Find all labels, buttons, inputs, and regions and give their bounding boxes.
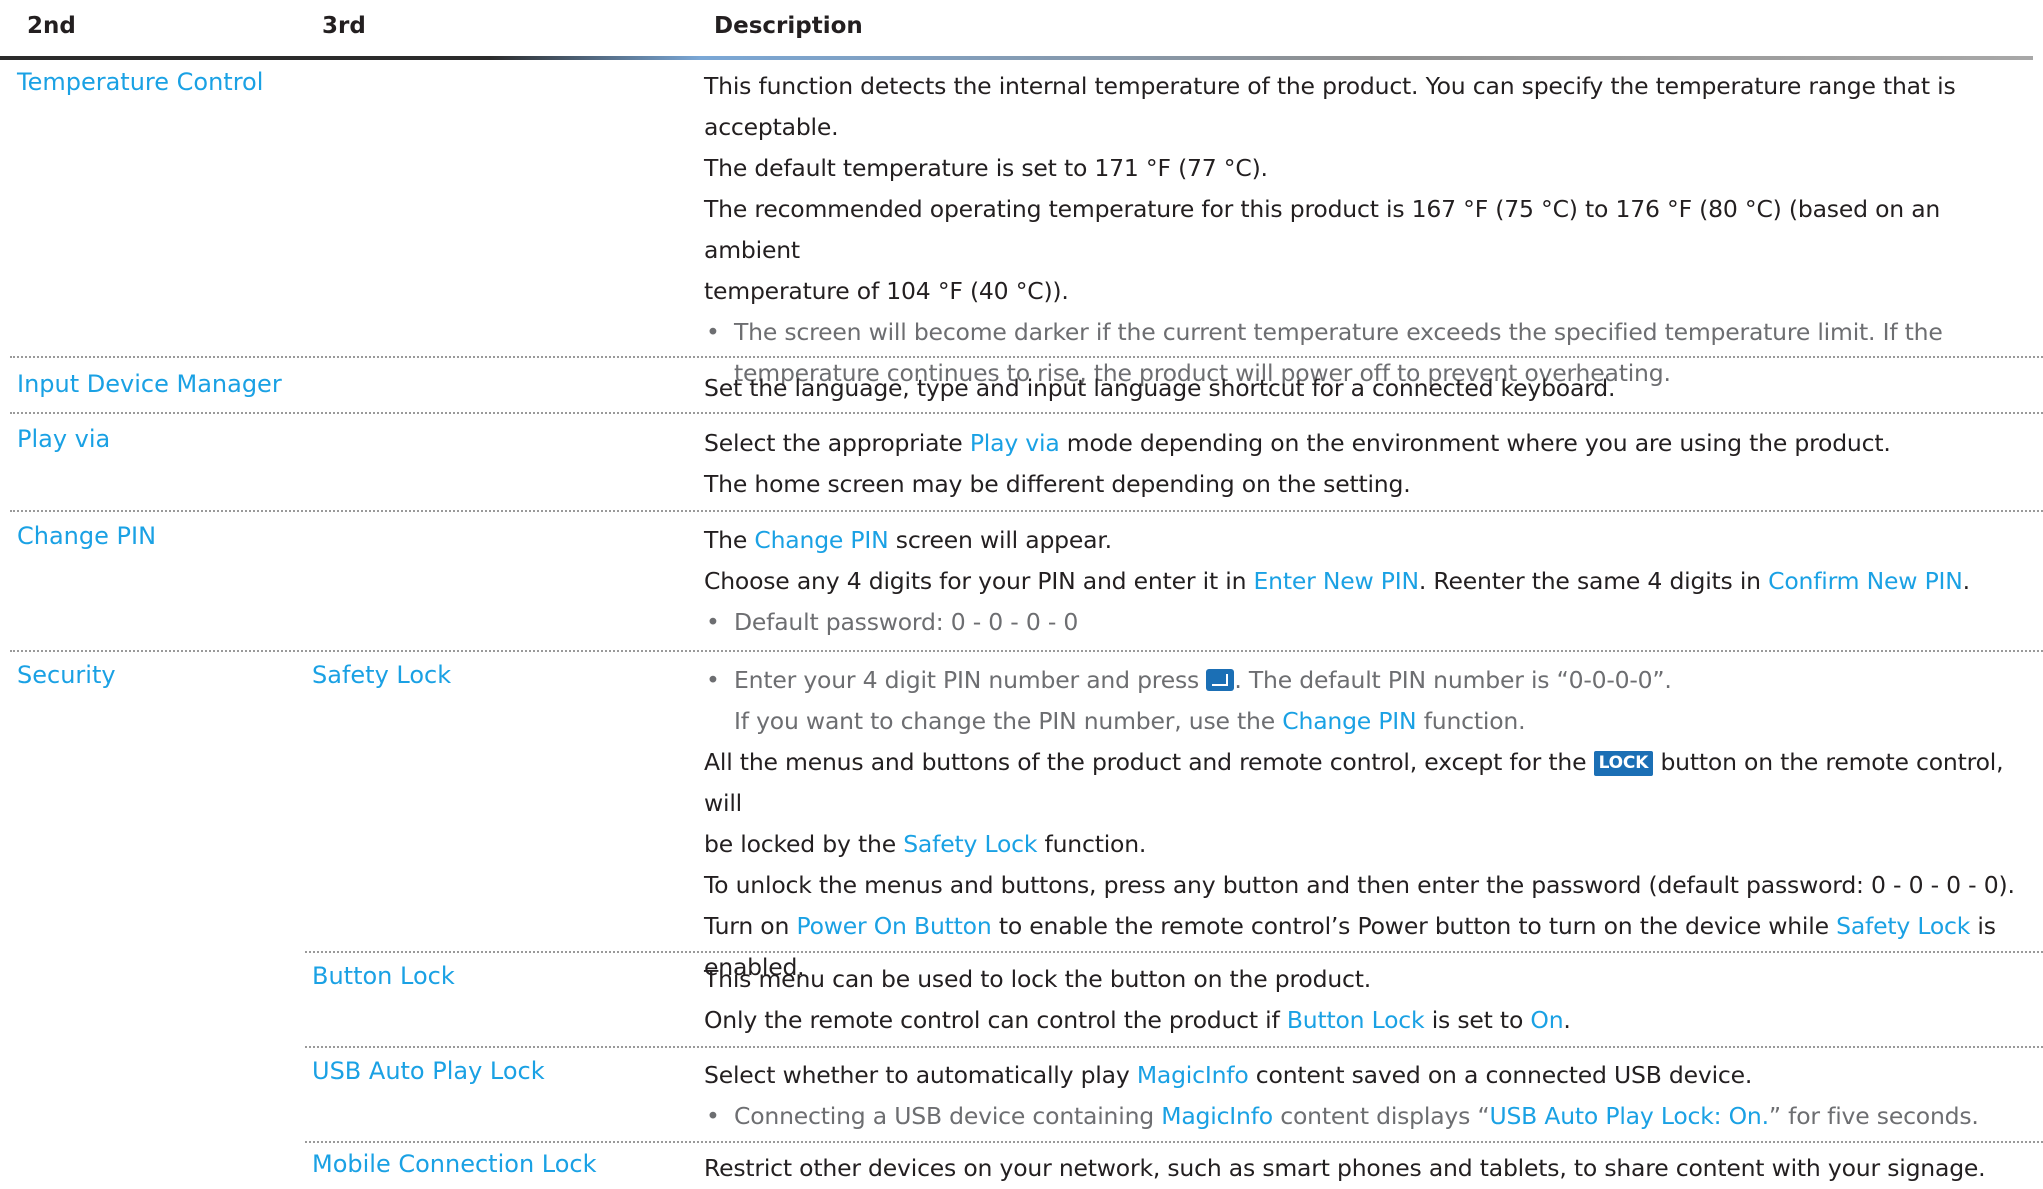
submenu-item-safety-lock[interactable]: Safety Lock (312, 661, 451, 689)
lock-button-label: LOCK (1593, 751, 1654, 776)
submenu-item-mobile-connection-lock[interactable]: Mobile Connection Lock (312, 1150, 597, 1178)
safety-lock-link[interactable]: Safety Lock (903, 830, 1037, 858)
magicinfo-link[interactable]: MagicInfo (1137, 1061, 1249, 1089)
desc-line: Select whether to automatically play Mag… (704, 1061, 1753, 1089)
mobile-lock-description: Restrict other devices on your network, … (704, 1148, 2039, 1189)
submenu-item-usb-auto-play-lock[interactable]: USB Auto Play Lock (312, 1057, 545, 1085)
header-rule-right (700, 56, 2033, 60)
change-pin-description: The Change PIN screen will appear. Choos… (704, 520, 2039, 643)
header-3rd: 3rd (322, 13, 366, 39)
enter-new-pin-link[interactable]: Enter New PIN (1254, 567, 1420, 595)
desc-line: This menu can be used to lock the button… (704, 965, 1372, 993)
note-bullet: Default password: 0 - 0 - 0 - 0 (704, 602, 2039, 643)
menu-item-security[interactable]: Security (17, 661, 116, 689)
desc-line: temperature of 104 °F (40 °C)). (704, 277, 1069, 305)
confirm-new-pin-link[interactable]: Confirm New PIN (1768, 567, 1963, 595)
desc-line: acceptable. (704, 113, 839, 141)
row-divider (305, 1141, 2043, 1143)
row-divider (305, 1046, 2043, 1048)
note-bullet: Connecting a USB device containing Magic… (704, 1096, 2039, 1137)
magicinfo-link[interactable]: MagicInfo (1161, 1102, 1273, 1130)
desc-line: The home screen may be different dependi… (704, 470, 1411, 498)
play-via-description: Select the appropriate Play via mode dep… (704, 423, 2039, 505)
desc-line: To unlock the menus and buttons, press a… (704, 871, 2015, 899)
row-divider (10, 356, 2043, 358)
change-pin-link[interactable]: Change PIN (1282, 707, 1416, 735)
note-bullet: The screen will become darker if the cur… (704, 312, 2039, 353)
desc-line: The Change PIN screen will appear. (704, 526, 1112, 554)
desc-line: The default temperature is set to 171 °F… (704, 154, 1268, 182)
desc-line: Turn on Power On Button to enable the re… (704, 912, 1996, 940)
table-header: 2nd 3rd Description (10, 0, 2043, 56)
header-rule (0, 56, 700, 60)
menu-item-temperature-control[interactable]: Temperature Control (17, 68, 263, 96)
desc-line: Restrict other devices on your network, … (704, 1154, 1986, 1182)
note-continuation: If you want to change the PIN number, us… (734, 707, 1526, 735)
row-divider (10, 510, 2043, 512)
desc-line: All the menus and buttons of the product… (704, 748, 2004, 817)
note-bullet: Enter your 4 digit PIN number and press … (704, 660, 2039, 701)
submenu-item-button-lock[interactable]: Button Lock (312, 962, 455, 990)
row-divider (10, 650, 2043, 652)
safety-lock-link[interactable]: Safety Lock (1836, 912, 1970, 940)
header-2nd: 2nd (27, 13, 76, 39)
menu-item-input-device-manager[interactable]: Input Device Manager (17, 370, 282, 398)
desc-line: Only the remote control can control the … (704, 1006, 1571, 1034)
row-divider (305, 951, 2043, 953)
on-option-link[interactable]: On (1530, 1006, 1563, 1034)
row-divider (10, 412, 2043, 414)
desc-line: Select the appropriate Play via mode dep… (704, 429, 1891, 457)
usb-auto-play-lock-on-link[interactable]: USB Auto Play Lock: On. (1489, 1102, 1769, 1130)
usb-lock-description: Select whether to automatically play Mag… (704, 1055, 2039, 1137)
desc-line: Set the language, type and input languag… (704, 374, 1616, 402)
header-description: Description (714, 13, 863, 39)
menu-item-change-pin[interactable]: Change PIN (17, 522, 156, 550)
enter-icon (1206, 669, 1235, 691)
desc-line: be locked by the Safety Lock function. (704, 830, 1147, 858)
input-device-description: Set the language, type and input languag… (704, 368, 2039, 409)
temperature-description: This function detects the internal tempe… (704, 66, 2039, 394)
desc-line: Choose any 4 digits for your PIN and ent… (704, 567, 1970, 595)
button-lock-link[interactable]: Button Lock (1287, 1006, 1425, 1034)
desc-line: The recommended operating temperature fo… (704, 195, 1941, 264)
power-on-button-link[interactable]: Power On Button (796, 912, 991, 940)
menu-item-play-via[interactable]: Play via (17, 425, 110, 453)
play-via-link[interactable]: Play via (970, 429, 1060, 457)
button-lock-description: This menu can be used to lock the button… (704, 959, 2039, 1041)
safety-lock-description: Enter your 4 digit PIN number and press … (704, 660, 2039, 988)
desc-line: This function detects the internal tempe… (704, 72, 1956, 100)
settings-table-page: 2nd 3rd Description Temperature Control … (0, 0, 2043, 1185)
change-pin-link[interactable]: Change PIN (754, 526, 888, 554)
